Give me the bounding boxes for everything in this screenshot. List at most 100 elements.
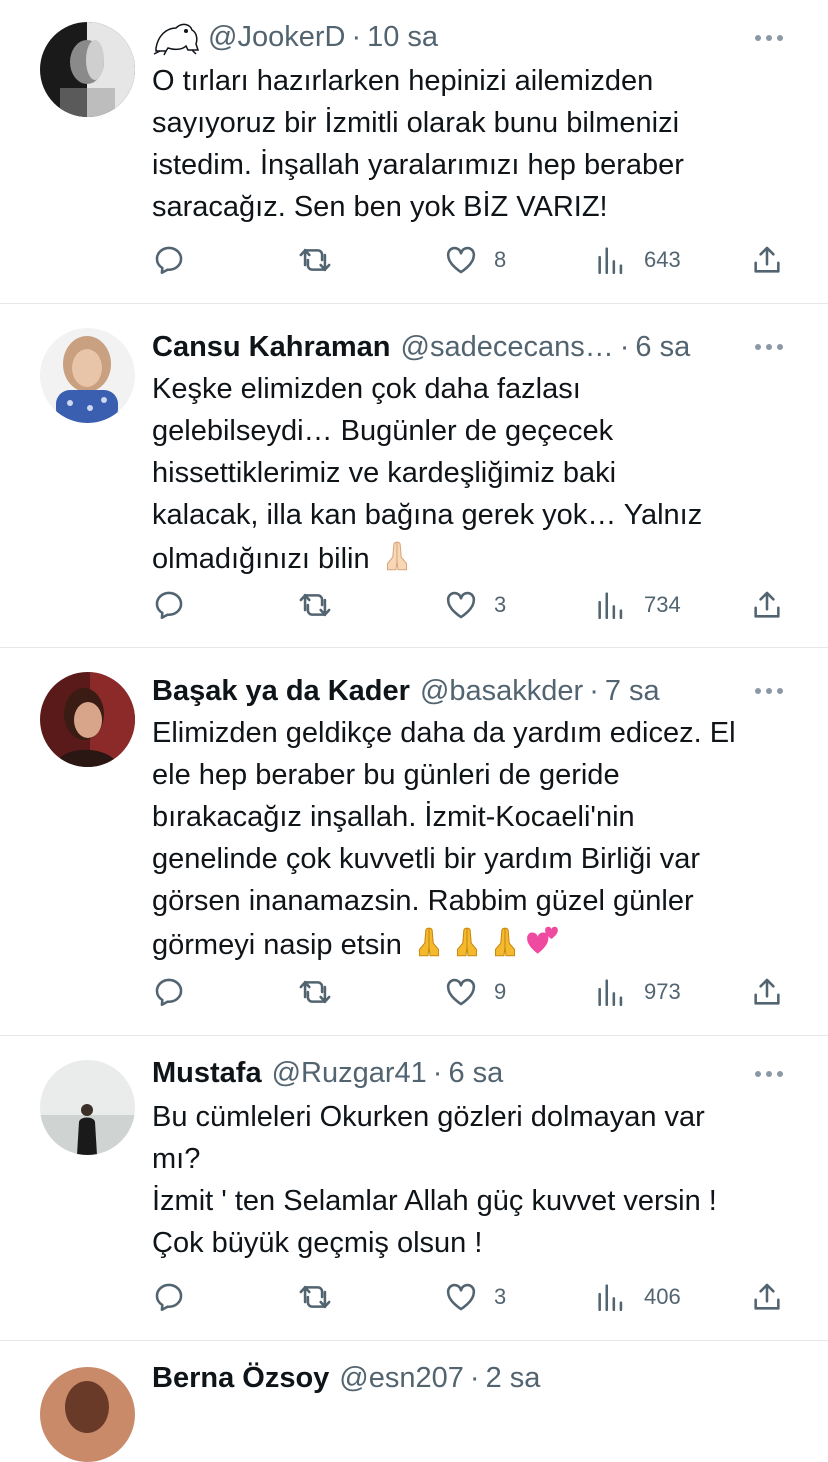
share-button[interactable] xyxy=(750,585,784,625)
reply-icon xyxy=(155,978,183,1007)
more-icon[interactable] xyxy=(754,32,784,44)
tweet-header: Mustafa @Ruzgar41 · 6 sa xyxy=(152,1054,758,1092)
like-icon xyxy=(446,591,476,619)
tweet-author-name[interactable]: Cansu Kahraman xyxy=(152,328,391,366)
like-icon xyxy=(446,1283,476,1311)
tweet-text: Keşke elimizden çok daha fazlası gelebil… xyxy=(152,368,788,586)
like-count: 3 xyxy=(494,592,507,617)
tweet-separator: · xyxy=(351,21,362,53)
avatar[interactable] xyxy=(40,328,135,423)
views-icon xyxy=(598,1284,623,1312)
more-icon[interactable] xyxy=(754,685,784,697)
tweet-text: O tırları hazırlarken hepinizi ailemizde… xyxy=(152,65,684,223)
share-button[interactable] xyxy=(750,972,784,1012)
avatar[interactable] xyxy=(40,672,135,767)
share-icon xyxy=(754,591,780,618)
views-count: 643 xyxy=(644,247,681,272)
tweet-header: Başak ya da Kader @basakkder · 7 sa xyxy=(152,672,758,710)
retweet-button[interactable] xyxy=(298,1277,332,1317)
tweet-actions: 3 406 xyxy=(152,1277,792,1317)
share-button[interactable] xyxy=(750,240,784,280)
views-icon xyxy=(598,979,623,1007)
tweet-author-name[interactable]: Mustafa xyxy=(152,1054,262,1092)
folded-hands-emoji xyxy=(486,922,524,972)
views-button[interactable]: 406 xyxy=(594,1277,681,1317)
avatar[interactable] xyxy=(40,1060,135,1155)
two-hearts-emoji xyxy=(524,922,562,972)
retweet-button[interactable] xyxy=(298,972,332,1012)
tweet[interactable]: Başak ya da Kader @basakkder · 7 sa Elim… xyxy=(0,648,828,1036)
tweet-text: Elimizden geldikçe daha da yardım edicez… xyxy=(152,712,788,972)
tweet-time[interactable]: 6 sa xyxy=(448,1054,503,1092)
tweet-text-content: Keşke elimizden çok daha fazlası gelebil… xyxy=(152,373,703,575)
views-button[interactable]: 734 xyxy=(594,585,681,625)
like-icon xyxy=(446,978,476,1006)
retweet-icon xyxy=(299,980,331,1004)
tweet-actions: 8 643 xyxy=(152,240,792,280)
tweet-header: Berna Özsoy @esn207 · 2 sa xyxy=(152,1359,758,1397)
tweet-actions: 9 973 xyxy=(152,972,792,1012)
folded-hands-emoji xyxy=(448,922,486,972)
retweet-icon xyxy=(299,248,331,272)
folded-hands-emoji xyxy=(378,536,416,586)
more-icon[interactable] xyxy=(754,341,784,353)
reply-button[interactable] xyxy=(152,240,186,280)
tweet-text: Bu cümleleri Okurken gözleri dolmayan va… xyxy=(152,1101,717,1259)
retweet-button[interactable] xyxy=(298,585,332,625)
tweet-time[interactable]: 6 sa xyxy=(635,328,690,366)
reply-icon xyxy=(155,591,183,620)
views-count: 734 xyxy=(644,592,681,617)
tweet-handle[interactable]: @esn207 xyxy=(339,1359,464,1397)
more-icon[interactable] xyxy=(754,1068,784,1080)
views-button[interactable]: 643 xyxy=(594,240,681,280)
tweet[interactable]: Mustafa @Ruzgar41 · 6 sa Bu cümleleri Ok… xyxy=(0,1036,828,1341)
like-count: 8 xyxy=(494,247,507,272)
like-button[interactable]: 3 xyxy=(444,1277,506,1317)
frog-icon xyxy=(152,18,202,56)
tweet-handle[interactable]: @JookerD xyxy=(208,18,345,56)
reply-icon xyxy=(155,1283,183,1312)
views-count: 406 xyxy=(644,1284,681,1309)
reply-button[interactable] xyxy=(152,585,186,625)
tweet-time[interactable]: 7 sa xyxy=(605,672,660,710)
tweet[interactable]: Cansu Kahraman @sadececans… · 6 sa Keşke… xyxy=(0,304,828,648)
retweet-icon xyxy=(299,593,331,617)
tweet-time[interactable]: 10 sa xyxy=(367,18,438,56)
share-icon xyxy=(754,1283,780,1310)
tweet-handle[interactable]: @basakkder xyxy=(420,672,583,710)
tweet-header: @JookerD · 10 sa xyxy=(152,18,758,56)
tweet-separator: · xyxy=(619,331,630,363)
avatar[interactable] xyxy=(40,22,135,117)
like-button[interactable]: 8 xyxy=(444,240,506,280)
reply-button[interactable] xyxy=(152,1277,186,1317)
tweet-actions: 3 734 xyxy=(152,585,792,625)
share-icon xyxy=(754,246,780,273)
like-button[interactable]: 9 xyxy=(444,972,506,1012)
tweet-separator: · xyxy=(589,675,599,707)
like-button[interactable]: 3 xyxy=(444,585,506,625)
tweet-separator: · xyxy=(432,1057,443,1089)
tweet-handle[interactable]: @sadececans… xyxy=(401,328,614,366)
tweet-author-name[interactable]: Başak ya da Kader xyxy=(152,672,410,710)
tweet[interactable]: @JookerD · 10 sa O tırları hazırlarken h… xyxy=(0,0,828,304)
views-icon xyxy=(598,247,623,275)
tweet-author-name[interactable]: Berna Özsoy xyxy=(152,1359,329,1397)
like-count: 3 xyxy=(494,1284,507,1309)
share-button[interactable] xyxy=(750,1277,784,1317)
tweet[interactable]: Berna Özsoy @esn207 · 2 sa xyxy=(0,1341,828,1462)
avatar[interactable] xyxy=(40,1367,135,1462)
tweet-separator: · xyxy=(469,1362,480,1394)
tweet-handle[interactable]: @Ruzgar41 xyxy=(272,1054,427,1092)
like-icon xyxy=(446,246,476,274)
reply-button[interactable] xyxy=(152,972,186,1012)
retweet-button[interactable] xyxy=(298,240,332,280)
reply-icon xyxy=(155,246,183,275)
like-count: 9 xyxy=(494,979,507,1004)
retweet-icon xyxy=(299,1285,331,1309)
views-icon xyxy=(598,592,623,620)
tweet-feed: @JookerD · 10 sa O tırları hazırlarken h… xyxy=(0,0,828,1462)
views-button[interactable]: 973 xyxy=(594,972,681,1012)
folded-hands-emoji xyxy=(410,922,448,972)
tweet-header: Cansu Kahraman @sadececans… · 6 sa xyxy=(152,328,758,366)
tweet-time[interactable]: 2 sa xyxy=(486,1359,541,1397)
